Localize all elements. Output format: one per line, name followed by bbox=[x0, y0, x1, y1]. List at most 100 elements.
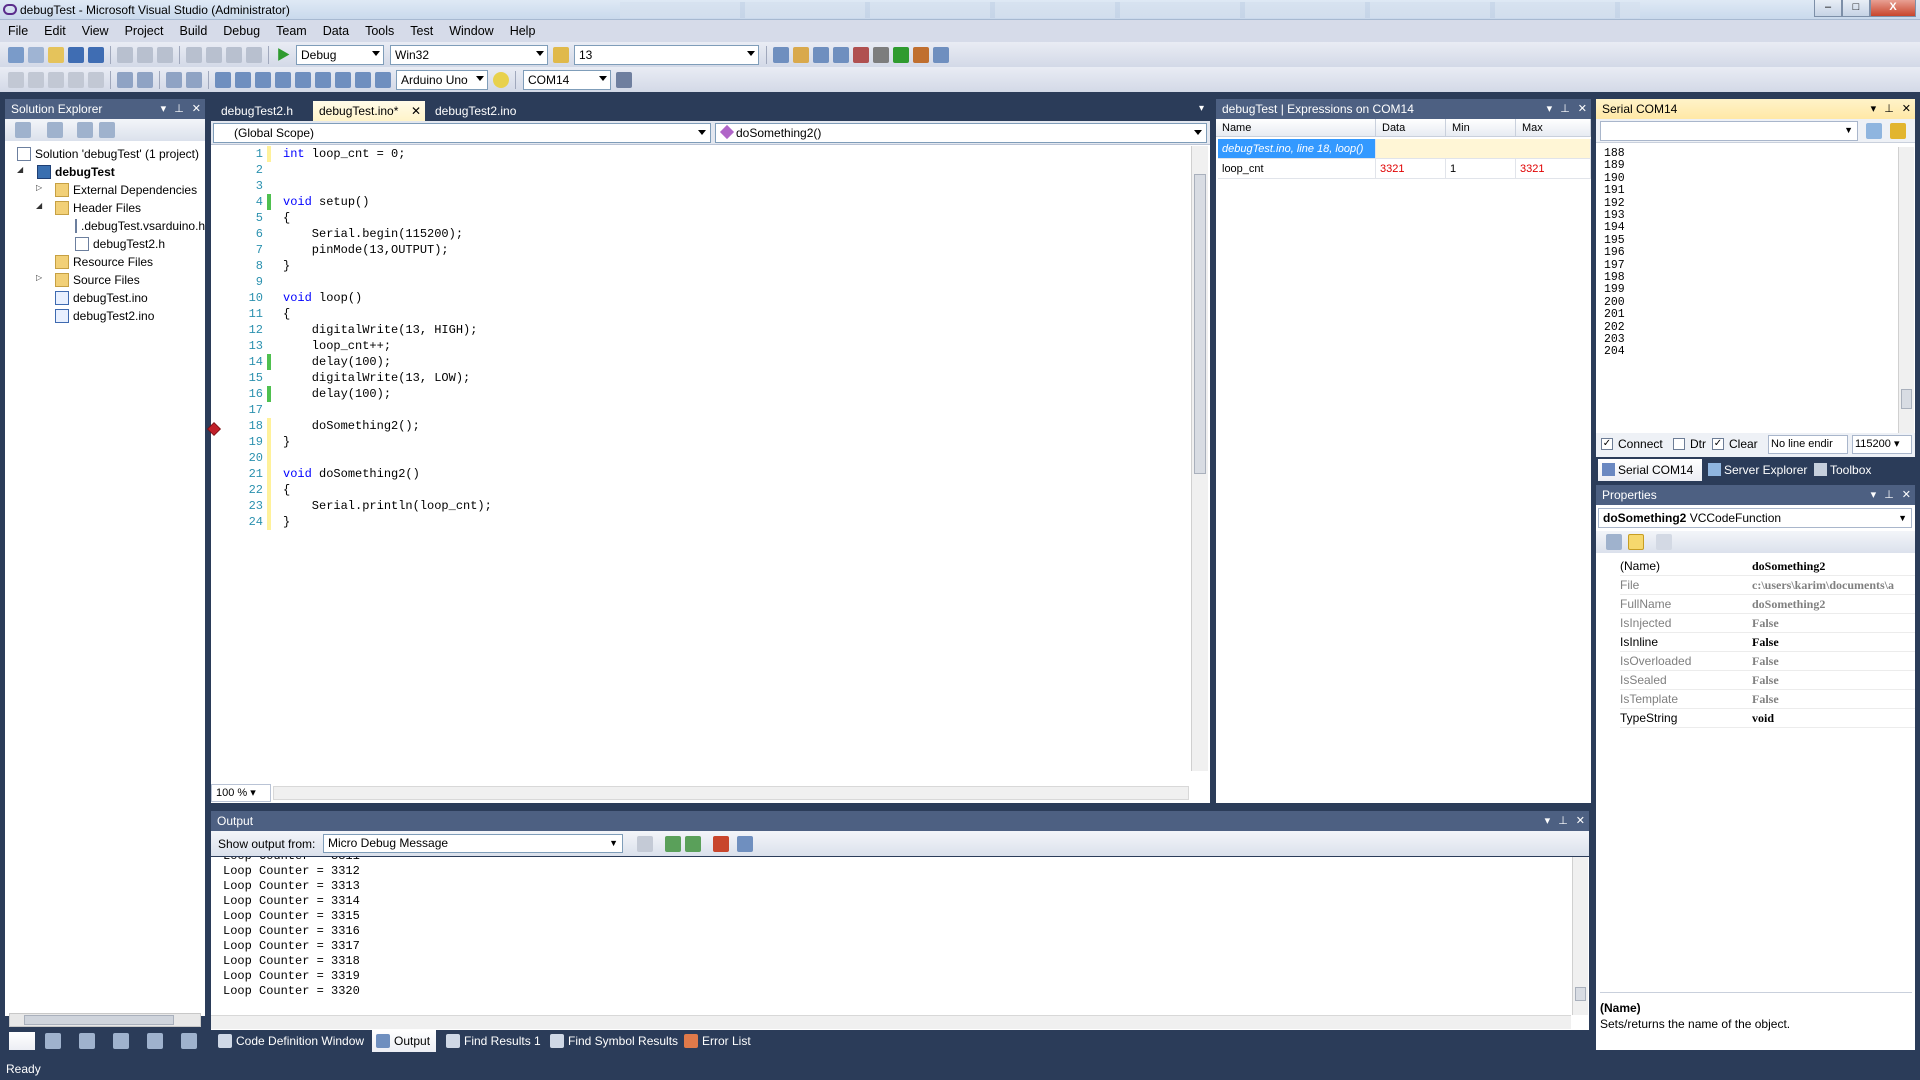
connect-checkbox[interactable]: ✓ bbox=[1601, 438, 1613, 450]
indent-icon[interactable] bbox=[117, 71, 133, 88]
property-row[interactable]: FullName doSomething2 bbox=[1620, 595, 1915, 614]
horizontal-scrollbar[interactable] bbox=[9, 1013, 201, 1027]
tab-serial-com14[interactable]: Serial COM14 bbox=[1598, 459, 1702, 481]
tab-code-definition-window[interactable]: Code Definition Window bbox=[214, 1030, 364, 1052]
tab-server-explorer[interactable]: Server Explorer bbox=[1704, 459, 1808, 481]
pin-icon[interactable]: ⊥ bbox=[174, 99, 184, 119]
cut-icon[interactable] bbox=[117, 46, 133, 63]
alphabetical-icon[interactable] bbox=[1628, 534, 1644, 550]
tab-debugtest2-ino[interactable]: debugTest2.ino bbox=[429, 101, 522, 121]
format-icon[interactable] bbox=[48, 71, 64, 88]
port-select[interactable]: COM14 bbox=[523, 69, 611, 90]
output-scrollbar[interactable] bbox=[1572, 857, 1588, 1015]
find-message-icon[interactable] bbox=[637, 836, 653, 852]
dtr-checkbox[interactable] bbox=[1673, 438, 1685, 450]
outdent-icon[interactable] bbox=[137, 71, 153, 88]
properties-icon[interactable] bbox=[15, 122, 31, 138]
clear-all-icon[interactable] bbox=[713, 836, 729, 852]
collapse-icon[interactable]: ◢ bbox=[36, 201, 42, 210]
case-icon[interactable] bbox=[68, 71, 84, 88]
tab-error-list[interactable]: Error List bbox=[680, 1030, 751, 1052]
serial-scrollbar[interactable] bbox=[1898, 147, 1914, 447]
menu-window[interactable]: Window bbox=[441, 20, 501, 42]
tree-item-debugtest2-ino[interactable]: debugTest2.ino bbox=[55, 307, 154, 325]
scope-select[interactable]: (Global Scope) bbox=[213, 123, 711, 143]
pin-icon[interactable]: ⊥ bbox=[1884, 485, 1894, 505]
tree-item-header-files[interactable]: Header Files bbox=[55, 199, 141, 217]
start-debugging-icon[interactable] bbox=[278, 48, 290, 61]
arduino-upload-icon[interactable] bbox=[335, 71, 351, 88]
class-view-icon[interactable] bbox=[99, 122, 115, 138]
copy-icon[interactable] bbox=[137, 46, 153, 63]
property-row[interactable]: (Name) doSomething2 bbox=[1620, 557, 1915, 576]
bookmark-icon[interactable] bbox=[215, 71, 231, 88]
menu-project[interactable]: Project bbox=[117, 20, 172, 42]
line-ending-select[interactable]: No line endir bbox=[1768, 435, 1848, 454]
redo-icon[interactable] bbox=[206, 46, 222, 63]
serial-send-input[interactable]: ▼ bbox=[1600, 121, 1858, 141]
tab-overflow-icon[interactable]: ▾ bbox=[1199, 103, 1204, 114]
undo-icon[interactable] bbox=[186, 46, 202, 63]
output-horizontal-scrollbar[interactable] bbox=[211, 1015, 1571, 1029]
save-icon[interactable] bbox=[68, 46, 84, 63]
next-bookmark-icon[interactable] bbox=[255, 71, 271, 88]
outline-icon[interactable] bbox=[88, 71, 104, 88]
prev-bookmark-icon[interactable] bbox=[235, 71, 251, 88]
maximize-button[interactable]: □ bbox=[1842, 0, 1870, 17]
baud-rate-select[interactable]: 115200 ▾ bbox=[1852, 435, 1912, 454]
class-view-tab-icon[interactable] bbox=[45, 1033, 61, 1049]
save-all-icon[interactable] bbox=[88, 46, 104, 63]
tab-debugtest2-h[interactable]: debugTest2.h bbox=[215, 101, 299, 121]
dropdown-icon[interactable]: ▾ bbox=[161, 99, 167, 119]
pin-icon[interactable]: ⊥ bbox=[1884, 99, 1894, 119]
col-header-data[interactable]: Data bbox=[1376, 119, 1446, 137]
pin-icon[interactable]: ⊥ bbox=[1560, 99, 1570, 119]
bookmark-folder-icon[interactable] bbox=[275, 71, 291, 88]
tree-item-solution[interactable]: Solution 'debugTest' (1 project) bbox=[17, 145, 199, 163]
find-in-files-icon[interactable] bbox=[553, 46, 569, 63]
minimize-button[interactable]: – bbox=[1814, 0, 1842, 17]
property-row[interactable]: IsTemplate False bbox=[1620, 690, 1915, 709]
serial-output[interactable]: 188 189 190 191 192 193 194 195 196 197 198 199 200 2… bbox=[1596, 147, 1896, 447]
tree-item-source-files[interactable]: Source Files bbox=[55, 271, 140, 289]
expand-icon[interactable]: ▷ bbox=[36, 183, 42, 192]
dropdown-icon[interactable]: ▾ bbox=[1547, 99, 1553, 119]
next-message-icon[interactable] bbox=[685, 836, 701, 852]
menu-view[interactable]: View bbox=[74, 20, 117, 42]
menu-test[interactable]: Test bbox=[402, 20, 441, 42]
team-explorer-tab-icon[interactable] bbox=[147, 1033, 163, 1049]
menu-build[interactable]: Build bbox=[171, 20, 215, 42]
menu-team[interactable]: Team bbox=[268, 20, 315, 42]
tab-output[interactable]: Output bbox=[372, 1030, 436, 1052]
architecture-explorer-tab-icon[interactable] bbox=[181, 1033, 197, 1049]
output-source-select[interactable]: Micro Debug Message ▼ bbox=[323, 834, 623, 853]
serial-monitor-icon[interactable] bbox=[616, 71, 632, 88]
scrollbar-thumb[interactable] bbox=[1194, 174, 1206, 474]
property-row[interactable]: IsInjected False bbox=[1620, 614, 1915, 633]
solution-explorer-tab-icon[interactable] bbox=[9, 1032, 35, 1050]
close-icon[interactable]: ✕ bbox=[1576, 811, 1585, 831]
scrollbar-thumb[interactable] bbox=[1901, 389, 1912, 409]
horizontal-scrollbar[interactable] bbox=[273, 786, 1189, 800]
col-header-min[interactable]: Min bbox=[1446, 119, 1516, 137]
command-window-icon[interactable] bbox=[893, 46, 909, 63]
property-row[interactable]: IsOverloaded False bbox=[1620, 652, 1915, 671]
paste-icon[interactable] bbox=[157, 46, 173, 63]
tab-debugtest-ino[interactable]: debugTest.ino* ✕ bbox=[313, 101, 425, 121]
open-file-icon[interactable] bbox=[48, 46, 64, 63]
property-row[interactable]: IsSealed False bbox=[1620, 671, 1915, 690]
toolbox-icon[interactable] bbox=[833, 46, 849, 63]
board-select[interactable]: Arduino Uno bbox=[396, 69, 488, 90]
tab-find-symbol-results[interactable]: Find Symbol Results bbox=[546, 1030, 678, 1052]
close-icon[interactable]: ✕ bbox=[1902, 485, 1911, 505]
code-area[interactable]: 1 int loop_cnt = 0; 2 3 4 void setup() 5{6 Ser… bbox=[211, 146, 1191, 776]
close-icon[interactable]: ✕ bbox=[1578, 99, 1587, 119]
properties-window-icon[interactable] bbox=[793, 46, 809, 63]
serial-options-icon[interactable] bbox=[1890, 123, 1906, 139]
menu-help[interactable]: Help bbox=[502, 20, 544, 42]
arduino-options-icon[interactable] bbox=[375, 71, 391, 88]
tab-toolbox[interactable]: Toolbox bbox=[1810, 459, 1910, 481]
tree-item-debugtest-ino[interactable]: debugTest.ino bbox=[55, 289, 148, 307]
close-tab-icon[interactable]: ✕ bbox=[411, 101, 421, 121]
solution-platform-select[interactable]: Win32 bbox=[390, 44, 548, 65]
